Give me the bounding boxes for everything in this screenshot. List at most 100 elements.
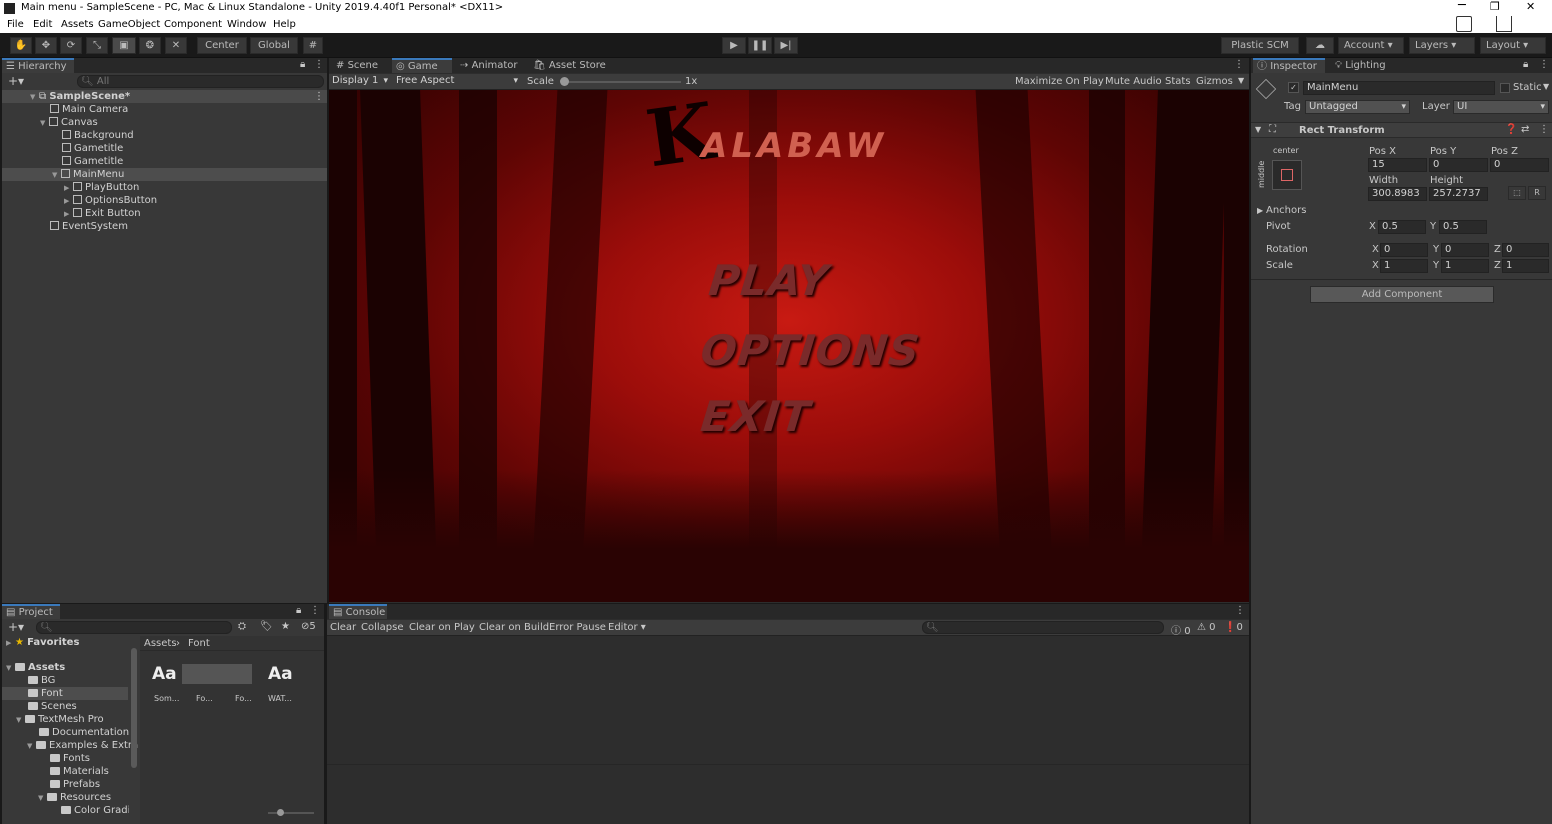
icon-size-slider-handle[interactable] (277, 809, 284, 816)
pivot-y-field[interactable]: 0.5 (1439, 220, 1487, 234)
font-asset-icon[interactable]: Aa (268, 664, 293, 684)
rotation-z-field[interactable]: 0 (1502, 243, 1549, 257)
raw-edit-button[interactable]: R (1528, 186, 1546, 200)
posz-field[interactable]: 0 (1490, 158, 1549, 172)
add-component-button[interactable]: Add Component (1310, 286, 1494, 303)
object-name-input[interactable]: MainMenu (1303, 81, 1495, 95)
scale-y-field[interactable]: 1 (1441, 259, 1489, 273)
posx-field[interactable]: 15 (1368, 158, 1427, 172)
kebab-menu-icon[interactable]: ⋮ (1539, 124, 1549, 135)
clear-on-build-button[interactable]: Clear on Build (479, 622, 549, 633)
kebab-menu-icon[interactable]: ⋮ (314, 59, 324, 70)
active-checkbox[interactable]: ✓ (1288, 82, 1299, 93)
tree-row-canvas[interactable]: ▼ Canvas (40, 116, 98, 129)
font-asset-thumbnail[interactable] (182, 664, 252, 684)
cloud-icon[interactable]: ☁ (1306, 37, 1334, 54)
tree-row-playbutton[interactable]: ▶ PlayButton (64, 181, 139, 194)
scale-slider[interactable] (561, 81, 681, 83)
move-tool-icon[interactable]: ✥ (35, 37, 57, 54)
project-search-input[interactable]: 🔍︎ (36, 621, 232, 634)
kebab-menu-icon[interactable]: ⋮ (1235, 605, 1245, 616)
row-menu-icon[interactable]: ⋮ (314, 90, 324, 103)
tab-scene[interactable]: # Scene (332, 58, 388, 73)
tree-row-gametitle[interactable]: Gametitle (62, 142, 123, 155)
layout-dropdown[interactable]: Layout ▾ (1480, 37, 1546, 54)
share-icon[interactable] (1496, 16, 1512, 32)
exit-menu-button[interactable]: EXIT (698, 392, 813, 441)
warning-count-toggle[interactable]: ⚠ 0 (1197, 622, 1216, 633)
expand-arrow-icon[interactable]: ▼ (16, 714, 25, 727)
collapse-button[interactable]: Collapse (361, 622, 404, 633)
layer-dropdown[interactable]: UI (1453, 100, 1549, 114)
log-count-toggle[interactable]: ⓘ 0 (1171, 622, 1191, 637)
options-menu-button[interactable]: OPTIONS (698, 326, 922, 375)
blueprint-mode-button[interactable]: ⬚ (1508, 186, 1526, 200)
folder-row-font[interactable]: Font (2, 687, 128, 700)
folder-row-examples[interactable]: ▼ Examples & Extra (27, 739, 138, 752)
collapse-arrow-icon[interactable]: ▼ (1255, 125, 1261, 134)
pivot-center-button[interactable]: Center (197, 37, 247, 54)
display-dropdown[interactable]: Display 1 (329, 75, 391, 89)
error-pause-button[interactable]: Error Pause (549, 622, 606, 633)
font-asset-icon[interactable]: Aa (152, 664, 177, 684)
kebab-menu-icon[interactable]: ⋮ (1539, 59, 1549, 70)
lock-icon[interactable]: 🔒︎ (1523, 59, 1528, 70)
folder-row-scenes[interactable]: Scenes (28, 700, 77, 713)
hand-tool-icon[interactable]: ✋ (10, 37, 32, 54)
static-dropdown-icon[interactable]: ▼ (1543, 82, 1549, 91)
hidden-packages-toggle[interactable]: ⊘5 (301, 621, 316, 632)
height-field[interactable]: 257.2737 (1429, 187, 1488, 201)
expand-arrow-icon[interactable]: ▼ (38, 792, 47, 805)
step-button[interactable]: ▶| (774, 37, 798, 54)
expand-arrow-icon[interactable]: ▼ (6, 662, 15, 675)
icon-size-slider[interactable] (268, 812, 314, 814)
close-button[interactable]: ✕ (1526, 0, 1535, 13)
tab-lighting[interactable]: 💡︎ Lighting (1331, 58, 1401, 73)
rect-tool-icon[interactable]: ▣ (112, 37, 136, 54)
tree-row-gametitle-2[interactable]: Gametitle (62, 155, 123, 168)
tree-row-optionsbutton[interactable]: ▶ OptionsButton (64, 194, 157, 207)
folder-row-prefabs[interactable]: Prefabs (50, 778, 100, 791)
transform-tool-icon[interactable]: ❂ (139, 37, 161, 54)
pause-button[interactable]: ❚❚ (748, 37, 772, 54)
posy-field[interactable]: 0 (1429, 158, 1488, 172)
menu-help[interactable]: Help (273, 19, 296, 30)
minimize-button[interactable]: ─ (1458, 0, 1466, 13)
rotation-y-field[interactable]: 0 (1441, 243, 1489, 257)
expand-arrow-icon[interactable]: ▼ (40, 117, 49, 130)
tag-dropdown[interactable]: Untagged (1305, 100, 1410, 114)
menu-edit[interactable]: Edit (33, 19, 52, 30)
search-by-type-icon[interactable]: ⛭ (238, 621, 246, 632)
expand-arrow-icon[interactable]: ▼ (27, 740, 36, 753)
search-by-label-icon[interactable]: 🏷︎ (260, 621, 273, 632)
menu-assets[interactable]: Assets (61, 19, 94, 30)
pivot-global-button[interactable]: Global (250, 37, 298, 54)
folder-row-documentation[interactable]: Documentation (39, 726, 129, 739)
breadcrumb-font[interactable]: Font (188, 638, 210, 649)
expand-arrow-icon[interactable]: ▼ (30, 91, 39, 104)
clear-on-play-button[interactable]: Clear on Play (409, 622, 475, 633)
hierarchy-search-input[interactable]: 🔍︎ All (77, 75, 324, 88)
create-button[interactable]: +▾ (8, 620, 24, 634)
tab-animator[interactable]: ⇢ Animator (456, 58, 526, 73)
menu-window[interactable]: Window (227, 19, 266, 30)
kebab-menu-icon[interactable]: ⋮ (310, 605, 320, 616)
folder-row-bg[interactable]: BG (28, 674, 55, 687)
tab-asset-store[interactable]: 🛍︎ Asset Store (529, 58, 609, 73)
pivot-x-field[interactable]: 0.5 (1378, 220, 1426, 234)
preset-icon[interactable]: ⇄ (1521, 124, 1529, 135)
console-detail-divider[interactable] (327, 764, 1249, 765)
width-field[interactable]: 300.8983 (1368, 187, 1427, 201)
maximize-on-play-toggle[interactable]: Maximize On Play (1015, 76, 1104, 87)
play-button[interactable]: ▶ (722, 37, 746, 54)
tree-row-background[interactable]: Background (62, 129, 134, 142)
static-checkbox[interactable] (1500, 83, 1510, 93)
folder-row-textmesh-pro[interactable]: ▼ TextMesh Pro (16, 713, 104, 726)
menu-component[interactable]: Component (164, 19, 222, 30)
snap-icon[interactable]: # (303, 37, 323, 54)
menu-file[interactable]: File (7, 19, 24, 30)
anchor-presets-button[interactable] (1272, 160, 1302, 190)
lock-icon[interactable]: 🔒︎ (300, 59, 305, 70)
gizmos-dropdown-arrow-icon[interactable]: ▼ (1238, 76, 1244, 85)
expand-arrow-icon[interactable]: ▼ (52, 169, 61, 182)
